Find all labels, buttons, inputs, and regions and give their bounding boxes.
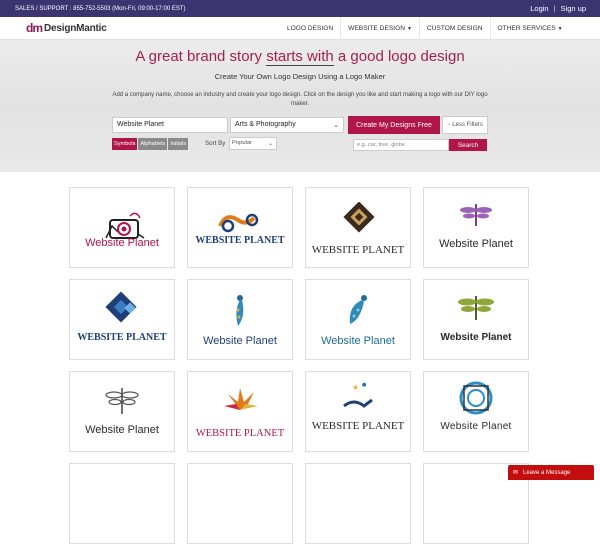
chevron-down-icon: ▼ xyxy=(406,25,412,32)
logo-card[interactable]: WEBSITE PLANET xyxy=(187,371,293,452)
logo-card[interactable]: WEBSITE PLANET xyxy=(187,187,293,268)
svg-text:●: ● xyxy=(362,382,367,388)
logo-name: Website Planet xyxy=(321,335,395,347)
filters-label: Less Filters xyxy=(452,122,483,128)
nav-custom-design[interactable]: CUSTOM DESIGN xyxy=(418,17,490,40)
logo-name: Website Planet xyxy=(85,237,159,249)
nav-item-label: WEBSITE DESIGN xyxy=(348,25,405,32)
logo-card[interactable] xyxy=(187,463,293,544)
logo-name: WEBSITE PLANET xyxy=(311,244,405,256)
logo-card[interactable]: Website Planet xyxy=(69,187,175,268)
chevron-down-icon: ⌄ xyxy=(333,122,339,129)
title-emphasis: starts with xyxy=(266,48,334,66)
nav-logo-design[interactable]: LOGO DESIGN xyxy=(280,17,340,40)
chat-icon: ✉ xyxy=(513,470,519,476)
logo-mark: dm xyxy=(26,21,43,35)
logo-name: Website Planet xyxy=(439,238,513,250)
logo-name: Website Planet xyxy=(85,424,159,436)
hero-description: Add a company name, choose an industry a… xyxy=(112,92,488,107)
logo-card[interactable]: Website Planet xyxy=(187,279,293,360)
keyword-input[interactable]: e.g. car, tree, globe xyxy=(353,139,449,151)
logo-name: Website Planet xyxy=(440,421,512,432)
sort-select[interactable]: Popular ⌄ xyxy=(229,137,277,150)
logo-name: WEBSITE PLANET xyxy=(77,332,167,343)
peacock-icon xyxy=(236,295,244,326)
hero-subtitle: Create Your Own Logo Design Using a Logo… xyxy=(214,72,386,81)
nav-item-label: OTHER SERVICES xyxy=(497,25,556,32)
create-designs-button[interactable]: Create My Designs Free xyxy=(348,116,440,134)
logo-name: WEBSITE PLANET xyxy=(195,235,285,246)
industry-value: Arts & Photography xyxy=(235,121,296,128)
nav-website-design[interactable]: WEBSITE DESIGN ▼ xyxy=(340,17,419,40)
chat-label: Leave a Message xyxy=(523,469,571,476)
nav-item-label: CUSTOM DESIGN xyxy=(426,25,483,32)
title-part: a good logo design xyxy=(333,48,465,65)
top-bar: SALES / SUPPORT : 855-752-5503 (Mon-Fri,… xyxy=(0,0,600,17)
logo-card[interactable]: Website Planet xyxy=(423,187,529,268)
login-link[interactable]: Login xyxy=(530,4,548,13)
main-nav: dm DesignMantic LOGO DESIGN WEBSITE DESI… xyxy=(0,17,600,40)
logo-text: DesignMantic xyxy=(44,22,107,34)
site-logo[interactable]: dm DesignMantic xyxy=(26,21,107,35)
title-part: A great brand story xyxy=(135,48,267,65)
logo-card[interactable]: Website Planet xyxy=(305,279,411,360)
logo-card[interactable]: WEBSITE PLANET xyxy=(305,187,411,268)
hero-section: A great brand story starts with a good l… xyxy=(0,40,600,172)
industry-select[interactable]: Arts & Photography ⌄ xyxy=(230,117,344,133)
logo-card[interactable]: Website Planet xyxy=(423,371,529,452)
svg-text:★: ★ xyxy=(352,383,359,392)
leaf-burst-icon xyxy=(224,388,258,410)
logo-card[interactable]: Website Planet xyxy=(423,279,529,360)
nav-other-services[interactable]: OTHER SERVICES ▼ xyxy=(489,17,570,40)
chevron-down-icon: ⌄ xyxy=(267,141,273,147)
nav-item-label: LOGO DESIGN xyxy=(287,25,334,32)
nav-menu: LOGO DESIGN WEBSITE DESIGN ▼ CUSTOM DESIG… xyxy=(280,17,570,40)
logo-name: WEBSITE PLANET xyxy=(311,420,405,432)
divider: | xyxy=(553,4,556,13)
logo-name: Website Planet xyxy=(203,335,277,347)
support-info: SALES / SUPPORT : 855-752-5503 (Mon-Fri,… xyxy=(15,5,186,12)
search-button[interactable]: Search xyxy=(449,139,487,151)
logo-name: Website Planet xyxy=(440,332,512,343)
signup-link[interactable]: Sign up xyxy=(561,4,586,13)
tab-alphabets[interactable]: Alphabets xyxy=(138,138,168,150)
leave-message-button[interactable]: ✉ Leave a Message xyxy=(508,465,594,480)
sort-label: Sort By xyxy=(205,140,226,147)
sort-value: Popular xyxy=(232,140,252,146)
peacock-icon xyxy=(349,295,367,324)
company-name-input[interactable]: Website Planet xyxy=(112,117,228,133)
hero-title: A great brand story starts with a good l… xyxy=(0,48,600,66)
less-filters-button[interactable]: − Less Filters xyxy=(442,116,488,134)
design-type-tabs: Symbols Alphabets Initials xyxy=(112,138,189,150)
logo-name: WEBSITE PLANET xyxy=(195,428,285,439)
logo-card[interactable] xyxy=(305,463,411,544)
logo-card[interactable]: WEBSITE PLANET xyxy=(69,279,175,360)
logo-card[interactable] xyxy=(69,463,175,544)
tab-initials[interactable]: Initials xyxy=(168,138,189,150)
chevron-down-icon: ▼ xyxy=(557,25,563,32)
logo-card[interactable]: Website Planet xyxy=(69,371,175,452)
tab-symbols[interactable]: Symbols xyxy=(112,138,138,150)
logo-card[interactable]: ★ ● WEBSITE PLANET xyxy=(305,371,411,452)
